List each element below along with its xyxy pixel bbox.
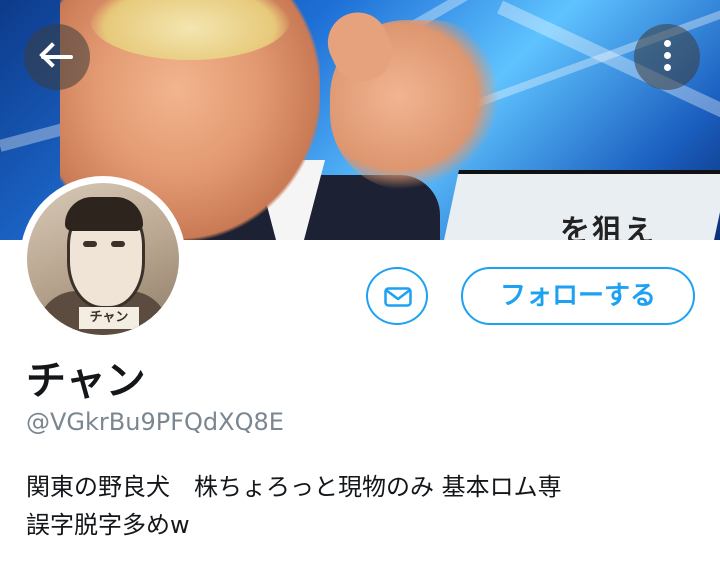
display-name: チャン	[26, 358, 146, 404]
avatar-image: チャン	[27, 183, 179, 335]
avatar-eye	[111, 241, 125, 247]
avatar-eye	[83, 241, 97, 247]
more-vertical-icon	[664, 40, 671, 76]
avatar-hair	[65, 197, 143, 231]
message-button[interactable]	[366, 267, 428, 325]
bio-line: 誤字脱字多めw	[26, 511, 190, 539]
more-options-button[interactable]	[634, 24, 700, 90]
avatar[interactable]: チャン	[20, 176, 186, 342]
follow-button[interactable]: フォローする	[461, 267, 695, 325]
avatar-name-tag: チャン	[79, 307, 139, 329]
profile-bio: 関東の野良犬 株ちょろっと現物のみ 基本ロム専 誤字脱字多めw	[26, 468, 706, 544]
mail-icon	[384, 287, 412, 307]
bio-line: 関東の野良犬 株ちょろっと現物のみ 基本ロム専	[26, 473, 562, 501]
arrow-left-icon	[41, 55, 73, 59]
back-button[interactable]	[24, 24, 90, 90]
username-handle: @VGkrBu9PFQdXQ8E	[26, 408, 284, 436]
banner-sign-text: を狙え	[560, 214, 656, 240]
